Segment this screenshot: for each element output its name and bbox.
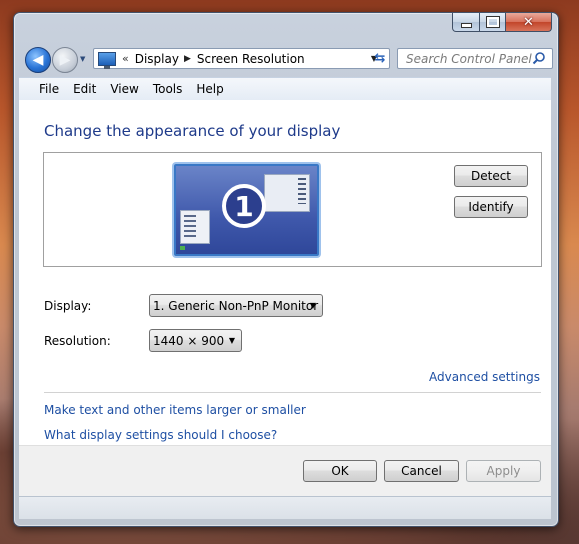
monitor-preview-area: 1 Detect Identify <box>43 152 542 267</box>
resolution-label: Resolution: <box>44 334 111 348</box>
breadcrumb-overflow[interactable]: « <box>122 52 129 65</box>
maximize-button[interactable] <box>480 13 506 32</box>
cancel-button[interactable]: Cancel <box>384 460 459 482</box>
resolution-select[interactable]: 1440 × 900 ▼ <box>149 329 242 352</box>
close-icon: ✕ <box>523 14 534 30</box>
detect-button[interactable]: Detect <box>454 165 528 187</box>
recent-pages-dropdown-icon[interactable]: ▼ <box>80 55 85 63</box>
minimize-icon <box>460 22 472 28</box>
resolution-select-value: 1440 × 900 <box>153 333 225 348</box>
chevron-down-icon: ▼ <box>309 301 316 310</box>
forward-arrow-icon: ▶ <box>59 52 71 68</box>
maximize-icon <box>485 16 500 28</box>
address-bar[interactable]: « Display ▶ Screen Resolution ▼ <box>93 48 390 69</box>
menu-view[interactable]: View <box>103 82 145 96</box>
back-button[interactable]: ◀ <box>25 47 51 73</box>
content-pane: Change the appearance of your display 1 … <box>19 100 551 445</box>
search-box[interactable] <box>397 48 553 69</box>
back-arrow-icon: ◀ <box>32 52 44 68</box>
text-size-link[interactable]: Make text and other items larger or smal… <box>44 403 306 417</box>
display-select[interactable]: 1. Generic Non-PnP Monitor ▼ <box>149 294 323 317</box>
display-control-panel-icon <box>98 51 116 69</box>
monitor-1-thumbnail[interactable]: 1 <box>174 164 319 256</box>
menu-edit[interactable]: Edit <box>66 82 103 96</box>
refresh-icon: ⇆ <box>374 51 386 66</box>
page-title: Change the appearance of your display <box>44 122 341 140</box>
monitor-window-icon <box>180 210 210 244</box>
close-button[interactable]: ✕ <box>506 13 552 32</box>
ok-button[interactable]: OK <box>303 460 377 482</box>
display-select-value: 1. Generic Non-PnP Monitor <box>153 298 319 313</box>
display-settings-help-link[interactable]: What display settings should I choose? <box>44 428 277 442</box>
advanced-settings-link[interactable]: Advanced settings <box>429 370 540 384</box>
minimize-button[interactable] <box>452 13 480 32</box>
control-panel-window: ✕ ◀ ▶ ▼ « Display ▶ Screen Resolution ▼ … <box>13 12 559 527</box>
status-bar <box>19 496 551 519</box>
monitor-window-icon <box>264 174 310 212</box>
breadcrumb-display[interactable]: Display <box>135 52 179 66</box>
search-icon[interactable] <box>532 51 546 65</box>
refresh-button[interactable]: ⇆ <box>370 48 390 69</box>
menu-file[interactable]: File <box>32 82 66 96</box>
dialog-button-bar: OK Cancel Apply <box>19 445 551 497</box>
monitor-number-badge: 1 <box>222 184 266 228</box>
apply-button[interactable]: Apply <box>466 460 541 482</box>
breadcrumb-arrow-icon[interactable]: ▶ <box>184 54 191 64</box>
forward-button[interactable]: ▶ <box>52 47 78 73</box>
chevron-down-icon: ▼ <box>228 336 235 345</box>
search-input[interactable] <box>404 50 536 67</box>
start-orb-icon <box>180 246 185 250</box>
caption-buttons: ✕ <box>452 13 552 32</box>
menu-help[interactable]: Help <box>189 82 230 96</box>
menu-bar: File Edit View Tools Help <box>19 77 551 101</box>
menu-tools[interactable]: Tools <box>146 82 190 96</box>
display-label: Display: <box>44 299 92 313</box>
breadcrumb-screen-resolution[interactable]: Screen Resolution <box>197 52 305 66</box>
identify-button[interactable]: Identify <box>454 196 528 218</box>
divider <box>44 392 541 393</box>
